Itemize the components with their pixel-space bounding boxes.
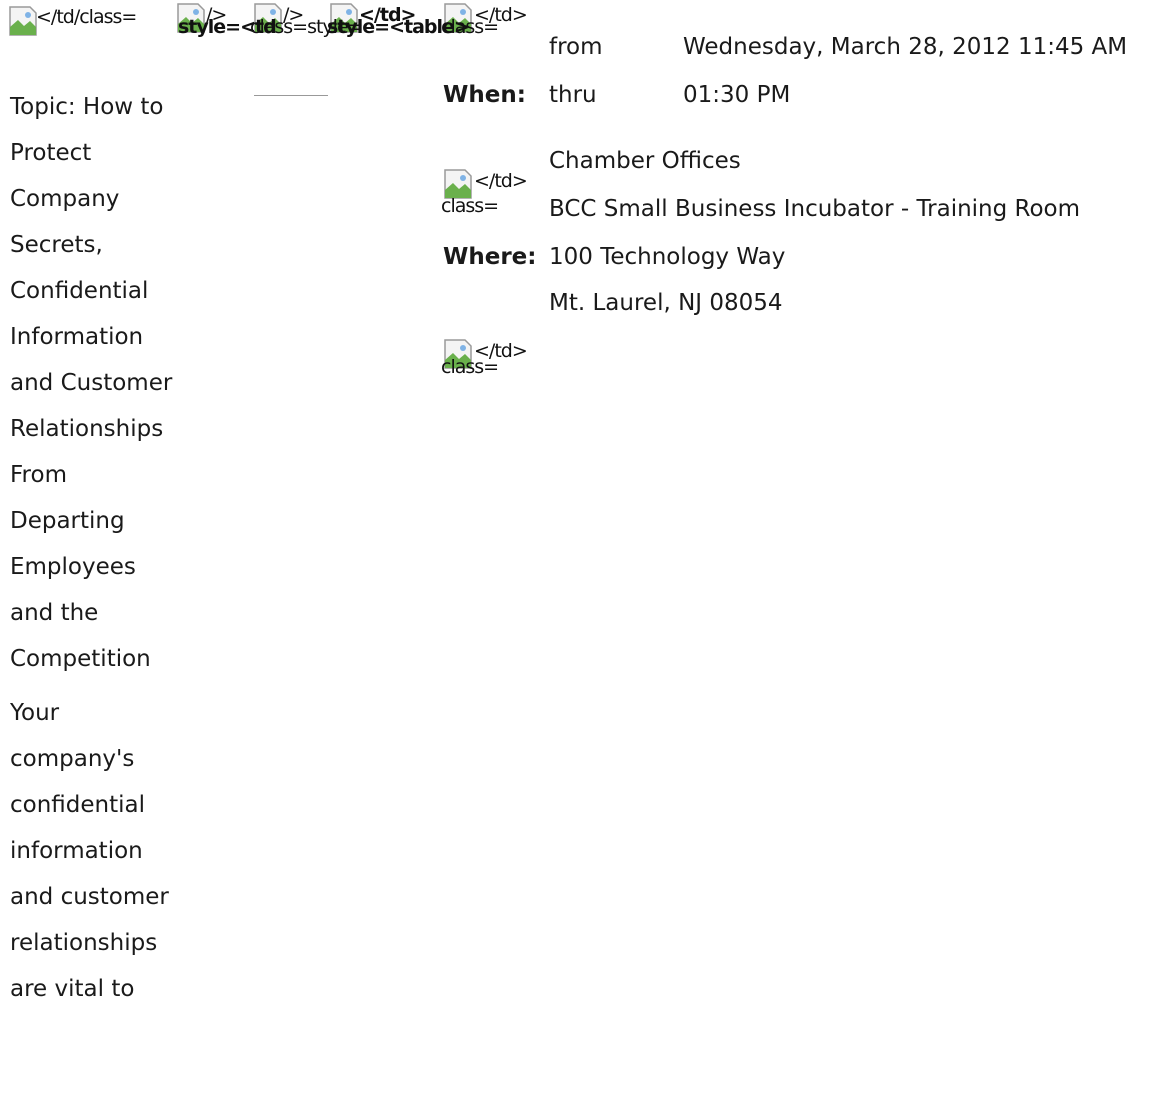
from-value: Wednesday, March 28, 2012 11:45 AM	[683, 34, 1128, 60]
body-text: Your company's confidential information …	[10, 700, 169, 1002]
markup-fragment: class=	[441, 356, 499, 378]
divider	[254, 95, 328, 96]
description-column: Topic: How to Protect Company Secrets, C…	[10, 84, 185, 1012]
topic-text: Topic: How to Protect Company Secrets, C…	[10, 94, 173, 672]
markup-fragment: </td/class=	[36, 6, 137, 28]
where-line-4: Mt. Laurel, NJ 08054	[549, 290, 783, 316]
markup-fragment: class=	[441, 195, 499, 217]
thru-value: 01:30 PM	[683, 82, 791, 108]
when-label: When:	[443, 82, 526, 108]
where-line-1: Chamber Offices	[549, 148, 741, 174]
where-line-3: 100 Technology Way	[549, 244, 786, 270]
from-label: from	[549, 34, 603, 60]
markup-fragment: </td>	[474, 170, 528, 192]
thru-label: thru	[549, 82, 597, 108]
where-line-2: BCC Small Business Incubator - Training …	[549, 196, 1081, 222]
markup-fragment: class=	[441, 16, 499, 38]
where-label: Where:	[443, 244, 537, 270]
